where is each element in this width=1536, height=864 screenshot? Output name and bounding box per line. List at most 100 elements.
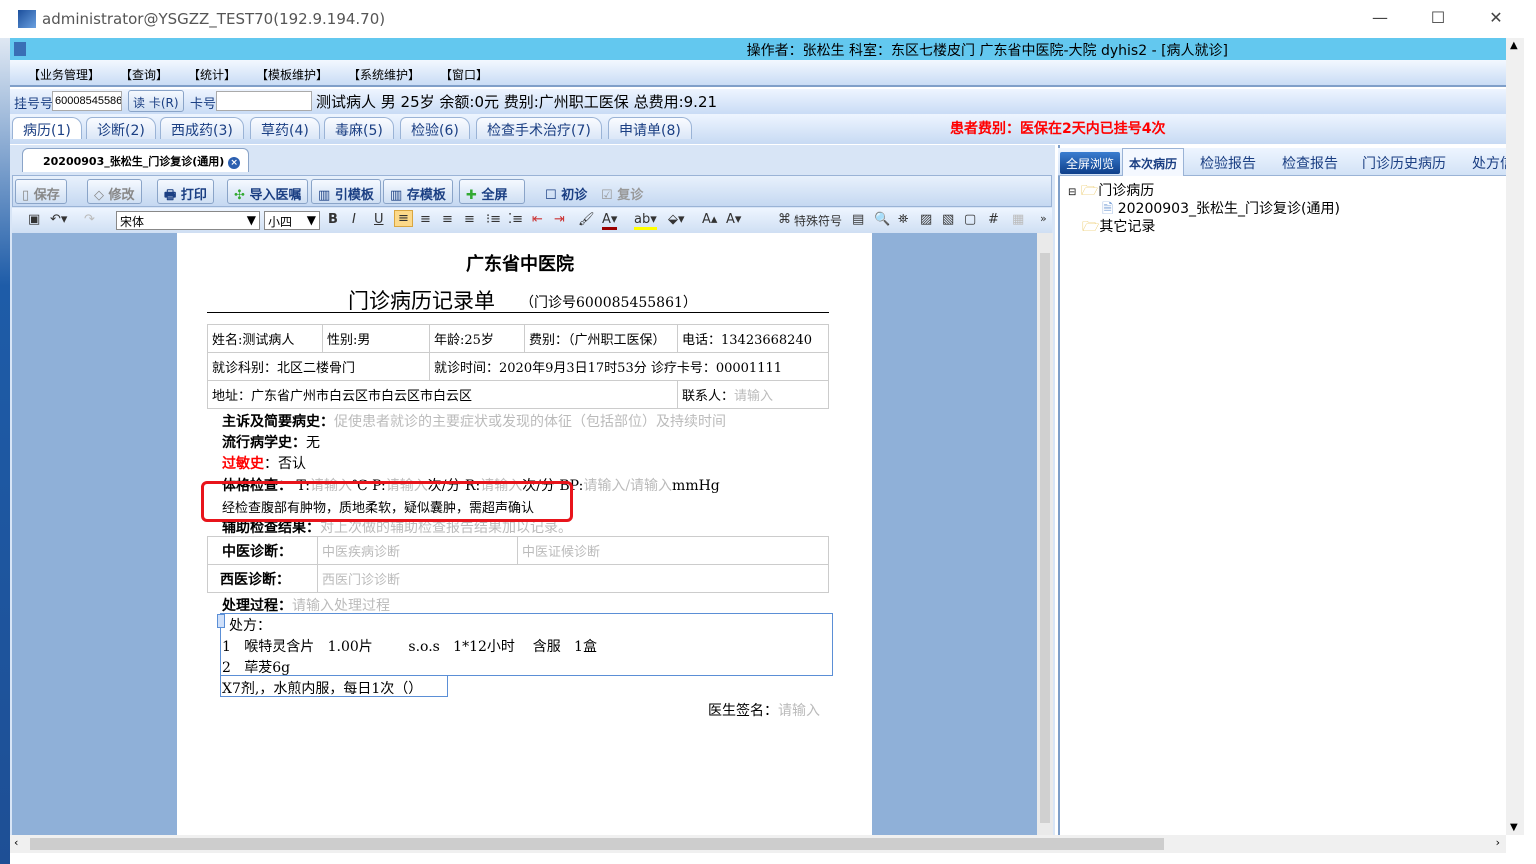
ref-template-button[interactable]: ▥ 引模板: [311, 179, 381, 204]
wm-diagnosis-input[interactable]: 西医门诊诊断: [317, 564, 829, 593]
menu-system[interactable]: 【系统维护】: [348, 66, 420, 83]
menu-query[interactable]: 【查询】: [120, 66, 168, 83]
tab-record[interactable]: 病历(1): [12, 117, 82, 139]
menu-window[interactable]: 【窗口】: [440, 66, 488, 83]
undo-icon[interactable]: ↶▾: [50, 212, 67, 227]
fill-icon[interactable]: ⬙▾: [668, 212, 685, 227]
checkbox-field-icon[interactable]: ▢: [964, 212, 976, 227]
search-icon[interactable]: 🔍: [874, 212, 890, 227]
tab-western-med[interactable]: 西成药(3): [160, 117, 244, 139]
read-card-button[interactable]: 读 卡(R): [128, 90, 184, 112]
table-icon[interactable]: ▦: [1012, 212, 1024, 227]
exam-bp-input[interactable]: 请输入/请输入: [583, 478, 672, 494]
edit-button[interactable]: ◇ 修改: [87, 179, 142, 204]
editor-scroll-thumb[interactable]: [1040, 253, 1050, 823]
page-number-icon[interactable]: #: [988, 212, 999, 227]
tab-request[interactable]: 申请单(8): [608, 117, 692, 139]
align-center-icon[interactable]: ≡: [420, 212, 431, 227]
signature-label: 医生签名：: [708, 703, 778, 719]
menu-template[interactable]: 【模板维护】: [256, 66, 328, 83]
tab-exam-surgery[interactable]: 检查手术治疗(7): [476, 117, 602, 139]
tab-current-record[interactable]: 本次病历: [1122, 148, 1185, 176]
format-brush-icon[interactable]: 🖌: [578, 212, 595, 227]
signature-line[interactable]: 医生签名：请输入: [708, 700, 820, 720]
tab-narcotics[interactable]: 毒麻(5): [324, 117, 394, 139]
first-visit-checkbox[interactable]: ☐ 初诊: [545, 184, 587, 203]
drag-handle-icon[interactable]: [217, 614, 225, 628]
numbered-list-icon[interactable]: ⁝≡: [486, 212, 501, 227]
process-line[interactable]: 处理过程：请输入处理过程: [222, 595, 390, 615]
tab-diagnosis[interactable]: 诊断(2): [86, 117, 156, 139]
align-right-icon[interactable]: ≡: [442, 212, 453, 227]
tab-history-record[interactable]: 门诊历史病历: [1362, 153, 1446, 173]
scroll-left-icon[interactable]: ‹: [14, 836, 18, 849]
save-button[interactable]: ▯ 保存: [15, 179, 67, 204]
outdent-icon[interactable]: ⇤: [532, 212, 543, 227]
allergy-line[interactable]: 过敏史：否认: [222, 453, 306, 473]
diagnosis-table: 中医诊断： 中医疾病诊断 中医证候诊断 西医诊断： 西医门诊诊断: [207, 536, 829, 593]
scroll-down-icon[interactable]: ▼: [1510, 822, 1518, 833]
minimize-button[interactable]: —: [1360, 8, 1400, 27]
epidemiology-value: 无: [306, 435, 320, 451]
cell-contact[interactable]: 联系人：请输入: [677, 380, 829, 409]
maximize-button[interactable]: ☐: [1418, 8, 1458, 27]
record-title: 门诊病历记录单: [348, 289, 495, 313]
import-orders-button[interactable]: ✣ 导入医嘱: [227, 179, 309, 204]
tree-node-other[interactable]: 🗁其它记录: [1082, 216, 1155, 240]
tab-prescription[interactable]: 处方信: [1472, 153, 1506, 173]
tab-herbal[interactable]: 草药(4): [250, 117, 320, 139]
save-icon[interactable]: ▣: [28, 212, 40, 227]
cell-fee: 费别：（广州职工医保）: [524, 324, 678, 353]
tab-lab-report[interactable]: 检验报告: [1200, 153, 1256, 173]
highlight-icon[interactable]: ab▾: [634, 212, 657, 230]
element-icon[interactable]: ▧: [942, 212, 954, 227]
font-size-select[interactable]: 小四 ▼: [264, 211, 320, 230]
editor-scrollbar[interactable]: [1037, 233, 1053, 835]
menu-business[interactable]: 【业务管理】: [28, 66, 100, 83]
bullet-list-icon[interactable]: ⁚≡: [508, 212, 523, 227]
horizontal-scroll-thumb[interactable]: [30, 838, 1164, 850]
close-tab-icon[interactable]: ×: [228, 157, 241, 169]
italic-icon[interactable]: I: [352, 212, 356, 227]
special-char-icon[interactable]: ⌘: [778, 212, 791, 227]
collapse-icon[interactable]: ⊟: [1068, 187, 1076, 198]
justify-icon[interactable]: ≡: [464, 212, 475, 227]
scroll-right-icon[interactable]: ›: [1496, 836, 1500, 849]
return-visit-checkbox[interactable]: ☑ 复诊: [601, 184, 643, 203]
tcm-syndrome-input[interactable]: 中医证候诊断: [517, 536, 829, 565]
patient-info-table: 姓名:测试病人 性别:男 年龄:25岁 费别：（广州职工医保） 电话：134236682…: [207, 324, 829, 409]
font-grow-icon[interactable]: A▴: [702, 212, 717, 227]
font-shrink-icon[interactable]: A▾: [726, 212, 741, 227]
fullscreen-view-button[interactable]: 全屏浏览: [1060, 152, 1120, 174]
tab-lab[interactable]: 检验(6): [400, 117, 470, 139]
insert-note-icon[interactable]: ▤: [852, 212, 864, 227]
menu-stats[interactable]: 【统计】: [188, 66, 236, 83]
complaint-line[interactable]: 主诉及简要病史：促使患者就诊的主要症状或发现的体征（包括部位）及持续时间: [222, 411, 726, 431]
more-icon[interactable]: »: [1040, 212, 1047, 225]
tcm-disease-input[interactable]: 中医疾病诊断: [317, 536, 518, 565]
reg-no-input[interactable]: [52, 91, 122, 111]
save-template-button[interactable]: ▥ 存模板: [383, 179, 453, 204]
font-select[interactable]: 宋体 ▼: [116, 211, 260, 230]
side-tabs: 全屏浏览 本次病历 检验报告 检查报告 门诊历史病历 处方信: [1058, 148, 1506, 176]
underline-icon[interactable]: U: [374, 212, 384, 227]
redo-icon[interactable]: ↷: [84, 212, 95, 227]
print-button[interactable]: 🖶 打印: [157, 179, 214, 204]
close-button[interactable]: ✕: [1476, 8, 1516, 27]
card-no-input[interactable]: [216, 91, 312, 111]
field-icon[interactable]: ▨: [920, 212, 932, 227]
document-tab[interactable]: 20200903_张松生_门诊复诊(通用) ×: [22, 148, 250, 172]
scroll-up-icon[interactable]: ▲: [1510, 40, 1518, 51]
fullscreen-button[interactable]: ✚ 全屏: [459, 179, 525, 204]
main-vertical-scrollbar[interactable]: ▲ ▼: [1506, 38, 1524, 835]
epidemiology-line[interactable]: 流行病学史：无: [222, 432, 320, 452]
prescription-line: 2 荜茇6g: [222, 660, 291, 676]
complaint-placeholder: 促使患者就诊的主要症状或发现的体征（包括部位）及持续时间: [334, 414, 726, 430]
bold-icon[interactable]: B: [328, 212, 338, 227]
align-left-icon[interactable]: ≡: [394, 210, 413, 227]
indent-icon[interactable]: ⇥: [554, 212, 565, 227]
tab-exam-report[interactable]: 检查报告: [1282, 153, 1338, 173]
special-char-button[interactable]: 特殊符号: [794, 212, 842, 229]
binoculars-icon[interactable]: ⛯: [898, 212, 908, 227]
font-color-icon[interactable]: A▾: [602, 212, 618, 230]
